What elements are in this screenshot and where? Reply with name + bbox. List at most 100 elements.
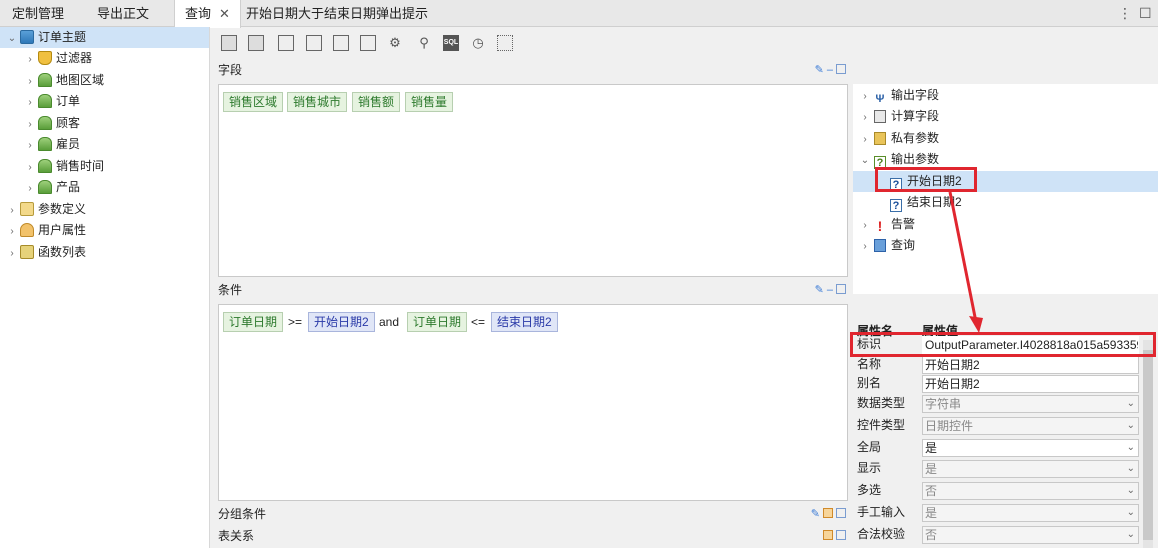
- prop-select-control-type[interactable]: 日期控件 ⌄: [922, 417, 1139, 435]
- maximize-icon[interactable]: [836, 64, 846, 74]
- field-chip[interactable]: 销售额: [352, 92, 401, 112]
- chevron-right-icon[interactable]: ›: [24, 114, 36, 135]
- relation-title: 表关系: [218, 529, 255, 543]
- save-as-icon[interactable]: [248, 35, 264, 51]
- tree-node-order-subject[interactable]: ⌄ 订单主题: [0, 27, 209, 48]
- chevron-right-icon[interactable]: ›: [24, 92, 36, 113]
- fields-panel[interactable]: 销售区域 销售城市 销售额 销售量: [218, 84, 848, 277]
- chevron-right-icon[interactable]: ›: [859, 86, 871, 107]
- tree-node-param-def[interactable]: › 参数定义: [6, 199, 86, 220]
- chevron-right-icon[interactable]: ›: [24, 178, 36, 199]
- eraser-icon[interactable]: ✎: [815, 284, 824, 296]
- restore-icon[interactable]: [823, 508, 833, 518]
- prop-select-display[interactable]: 是 ⌄: [922, 460, 1139, 478]
- tree-node-customer[interactable]: › 顾客: [24, 113, 80, 134]
- maximize-icon[interactable]: [836, 530, 846, 540]
- toolbar: ⚙ ⚲ SQL ◷: [212, 28, 852, 58]
- maximize-icon[interactable]: [836, 508, 846, 518]
- maximize-icon[interactable]: ☐: [1139, 0, 1152, 27]
- export-icon[interactable]: [360, 35, 376, 51]
- prop-value-name[interactable]: 开始日期2: [922, 356, 1139, 374]
- tree-node-query[interactable]: › 查询: [859, 235, 915, 256]
- condition-param-chip[interactable]: 开始日期2: [308, 312, 375, 332]
- chevron-down-icon[interactable]: ⌄: [6, 28, 18, 49]
- gear-icon[interactable]: ⚙: [387, 35, 403, 51]
- chevron-down-icon[interactable]: ⌄: [1127, 396, 1135, 412]
- tree-node-private-params[interactable]: › 私有参数: [859, 128, 939, 149]
- chevron-right-icon[interactable]: ›: [6, 243, 18, 264]
- chevron-right-icon[interactable]: ›: [24, 135, 36, 156]
- param-icon[interactable]: [333, 35, 349, 51]
- tree-node-alerts[interactable]: ›! 告警: [859, 214, 915, 235]
- tree-node-order[interactable]: › 订单: [24, 91, 80, 112]
- field-chip[interactable]: 销售城市: [287, 92, 348, 112]
- chevron-right-icon[interactable]: ›: [24, 157, 36, 178]
- chevron-down-icon[interactable]: ⌄: [1127, 505, 1135, 521]
- chevron-down-icon[interactable]: ⌄: [1127, 527, 1135, 543]
- minimize-icon[interactable]: –: [827, 64, 833, 76]
- chevron-down-icon[interactable]: ⌄: [1127, 418, 1135, 434]
- chevron-right-icon[interactable]: ›: [6, 200, 18, 221]
- field-chip[interactable]: 销售量: [405, 92, 454, 112]
- search-icon[interactable]: ⚲: [416, 35, 432, 51]
- condition-field-chip[interactable]: 订单日期: [407, 312, 468, 332]
- tab-export-text[interactable]: 导出正文: [97, 0, 149, 27]
- question-icon: ?: [890, 199, 902, 212]
- more-icon[interactable]: ⋮: [1118, 0, 1132, 27]
- tab-custom-management[interactable]: 定制管理: [12, 0, 64, 27]
- fields-header-buttons: ✎ –: [815, 59, 846, 81]
- chevron-right-icon[interactable]: ›: [859, 215, 871, 236]
- tree-node-product[interactable]: › 产品: [24, 177, 80, 198]
- highlight-box-param: [875, 167, 977, 192]
- tree-node-map-region[interactable]: › 地图区域: [24, 70, 104, 91]
- chevron-down-icon[interactable]: ⌄: [859, 150, 871, 171]
- tree-node-user-attr[interactable]: › 用户属性: [6, 220, 86, 241]
- tab-query-label: 查询: [185, 6, 212, 21]
- tree-node-filter[interactable]: › 过滤器: [24, 48, 92, 69]
- tree-node-employee[interactable]: › 雇员: [24, 134, 80, 155]
- eraser-icon[interactable]: ✎: [815, 64, 824, 76]
- conditions-panel[interactable]: 订单日期 >= 开始日期2 and 订单日期 <= 结束日期2: [218, 304, 848, 501]
- chevron-down-icon[interactable]: ⌄: [1127, 483, 1135, 499]
- clock-icon[interactable]: ◷: [470, 35, 486, 51]
- restore-icon[interactable]: [823, 530, 833, 540]
- layout-icon[interactable]: [278, 35, 294, 51]
- tab-query[interactable]: 查询 ✕: [174, 0, 241, 28]
- fields-header: 字段 ✎ –: [212, 59, 852, 81]
- prop-select-manual-input[interactable]: 是 ⌄: [922, 504, 1139, 522]
- condition-field-chip[interactable]: 订单日期: [223, 312, 284, 332]
- chevron-right-icon[interactable]: ›: [859, 236, 871, 257]
- tab-title-prompt[interactable]: 开始日期大于结束日期弹出提示: [246, 0, 428, 27]
- table-icon[interactable]: [306, 35, 322, 51]
- chevron-right-icon[interactable]: ›: [24, 49, 36, 70]
- prop-value: 日期控件: [925, 419, 974, 433]
- prop-select-multi[interactable]: 否 ⌄: [922, 482, 1139, 500]
- save-icon[interactable]: [221, 35, 237, 51]
- chevron-right-icon[interactable]: ›: [859, 129, 871, 150]
- chevron-right-icon[interactable]: ›: [859, 107, 871, 128]
- prop-select-validation[interactable]: 否 ⌄: [922, 526, 1139, 544]
- tree-node-func-list[interactable]: › 函数列表: [6, 242, 86, 263]
- chevron-down-icon[interactable]: ⌄: [1127, 440, 1135, 456]
- condition-param-chip[interactable]: 结束日期2: [491, 312, 558, 332]
- maximize-icon[interactable]: [836, 284, 846, 294]
- minimize-icon[interactable]: –: [827, 284, 833, 296]
- field-chip[interactable]: 销售区域: [223, 92, 284, 112]
- eraser-icon[interactable]: ✎: [811, 508, 820, 520]
- calculator-icon: [874, 110, 886, 123]
- chevron-right-icon[interactable]: ›: [6, 221, 18, 242]
- prop-value-alias[interactable]: 开始日期2: [922, 375, 1139, 393]
- tree-node-sales-time[interactable]: › 销售时间: [24, 156, 104, 177]
- tree-node-param-end[interactable]: ? 结束日期2: [887, 192, 962, 213]
- tree-node-output-fields[interactable]: › Ψ 输出字段: [859, 85, 939, 106]
- prop-select-global[interactable]: 是 ⌄: [922, 439, 1139, 457]
- prop-select-data-type[interactable]: 字符串 ⌄: [922, 395, 1139, 413]
- property-scrollbar-thumb[interactable]: [1143, 350, 1153, 540]
- tree-node-calc-fields[interactable]: › 计算字段: [859, 106, 939, 127]
- chevron-right-icon[interactable]: ›: [24, 71, 36, 92]
- close-icon[interactable]: ✕: [219, 6, 230, 21]
- chevron-down-icon[interactable]: ⌄: [1127, 461, 1135, 477]
- sql-icon[interactable]: SQL: [443, 35, 459, 51]
- camera-icon[interactable]: [497, 35, 513, 51]
- table-icon: [38, 116, 52, 130]
